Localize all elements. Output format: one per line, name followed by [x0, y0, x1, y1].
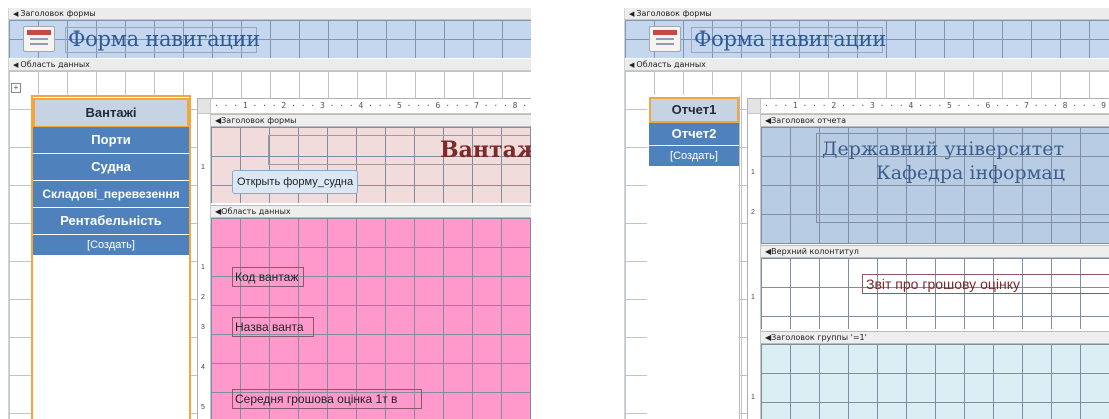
data-area-section-bar[interactable]: ◀ Область данных	[9, 59, 531, 71]
page-header-bar[interactable]: ◀Верхний колонтитул	[761, 245, 1109, 258]
collapse-arrow-icon: ◀	[629, 10, 635, 18]
form-icon	[649, 26, 681, 52]
vertical-ruler: 1 1 2 3 4 5	[198, 114, 211, 419]
field-label-serednia[interactable]: Середня грошова оцінка 1т в	[232, 389, 422, 409]
nav-tab-rentabelnist[interactable]: Рентабельність	[33, 208, 189, 235]
nav-tab-create[interactable]: [Создать]	[649, 146, 739, 167]
form-header-section-bar[interactable]: ◀ Заголовок формы	[9, 8, 531, 20]
nav-tab-otchet1[interactable]: Отчет1	[649, 97, 739, 123]
horizontal-ruler: · · · 1 · · · 2 · · · 3 · · · 4 · · · 5 …	[198, 99, 531, 114]
data-area-section-bar[interactable]: ◀ Область данных	[625, 59, 1109, 71]
subform-title[interactable]: Вантажі	[440, 137, 531, 163]
right-form-designer: ◀ Заголовок формы Форма навигации ◀ Област…	[624, 8, 1109, 419]
form-header-label: Заголовок формы	[20, 9, 96, 18]
open-form-sudna-button[interactable]: Открыть форму_судна	[232, 170, 359, 194]
nav-tab-create[interactable]: [Создать]	[33, 235, 189, 256]
navigation-tabs: Вантажі Порти Судна Складові_перевезення…	[31, 95, 191, 419]
form-header-band: Форма навигации	[9, 20, 531, 58]
field-label-kod[interactable]: Код вантаж	[232, 267, 304, 287]
nav-tab-vantazhi[interactable]: Вантажі	[33, 98, 189, 128]
navigation-tabs: Отчет1 Отчет2 [Создать]	[647, 95, 740, 419]
nav-tab-skladovi-perevezennia[interactable]: Складові_перевезення	[33, 181, 189, 208]
subform-report: · · · 1 · · · 2 · · · 3 · · · 4 · · · 5 …	[747, 98, 1109, 419]
report-title-line1[interactable]: Державний університет	[822, 137, 1064, 161]
expand-plus-icon[interactable]: +	[11, 83, 21, 93]
subform-header-bar[interactable]: ◀Заголовок формы	[211, 114, 531, 127]
collapse-arrow-icon: ◀	[13, 10, 19, 18]
collapse-arrow-icon: ◀	[13, 61, 19, 69]
form-title[interactable]: Форма навигации	[694, 27, 886, 51]
form-icon	[23, 26, 55, 52]
nav-tab-otchet2[interactable]: Отчет2	[649, 123, 739, 146]
data-area-label: Область данных	[20, 60, 90, 69]
horizontal-ruler: · · · 1 · · · 2 · · · 3 · · · 4 · · · 5 …	[748, 99, 1109, 114]
nav-tab-porty[interactable]: Порти	[33, 127, 189, 154]
group-header-band	[761, 344, 1109, 419]
form-header-section-bar[interactable]: ◀ Заголовок формы	[625, 8, 1109, 20]
ruler-corner[interactable]	[198, 99, 211, 113]
collapse-arrow-icon: ◀	[629, 61, 635, 69]
nav-tab-sudna[interactable]: Судна	[33, 154, 189, 181]
left-form-designer: ◀ Заголовок формы Форма навигации ◀ Област…	[8, 8, 531, 419]
field-label-nazva[interactable]: Назва ванта	[232, 317, 314, 337]
report-subtitle[interactable]: Звіт про грошову оцінку	[862, 274, 1109, 294]
vertical-ruler: 1 2 1 1	[748, 114, 761, 419]
form-title[interactable]: Форма навигации	[68, 27, 260, 51]
ruler-corner[interactable]	[748, 99, 761, 113]
subform-vantazhi: · · · 1 · · · 2 · · · 3 · · · 4 · · · 5 …	[197, 98, 531, 419]
group-header-bar[interactable]: ◀Заголовок группы '=1'	[761, 331, 1109, 344]
report-header-bar[interactable]: ◀Заголовок отчета	[761, 114, 1109, 127]
report-title-line2[interactable]: Кафедра інформац	[876, 161, 1065, 185]
form-header-band: Форма навигации	[625, 20, 1109, 58]
subform-data-bar[interactable]: ◀Область данных	[211, 205, 531, 218]
